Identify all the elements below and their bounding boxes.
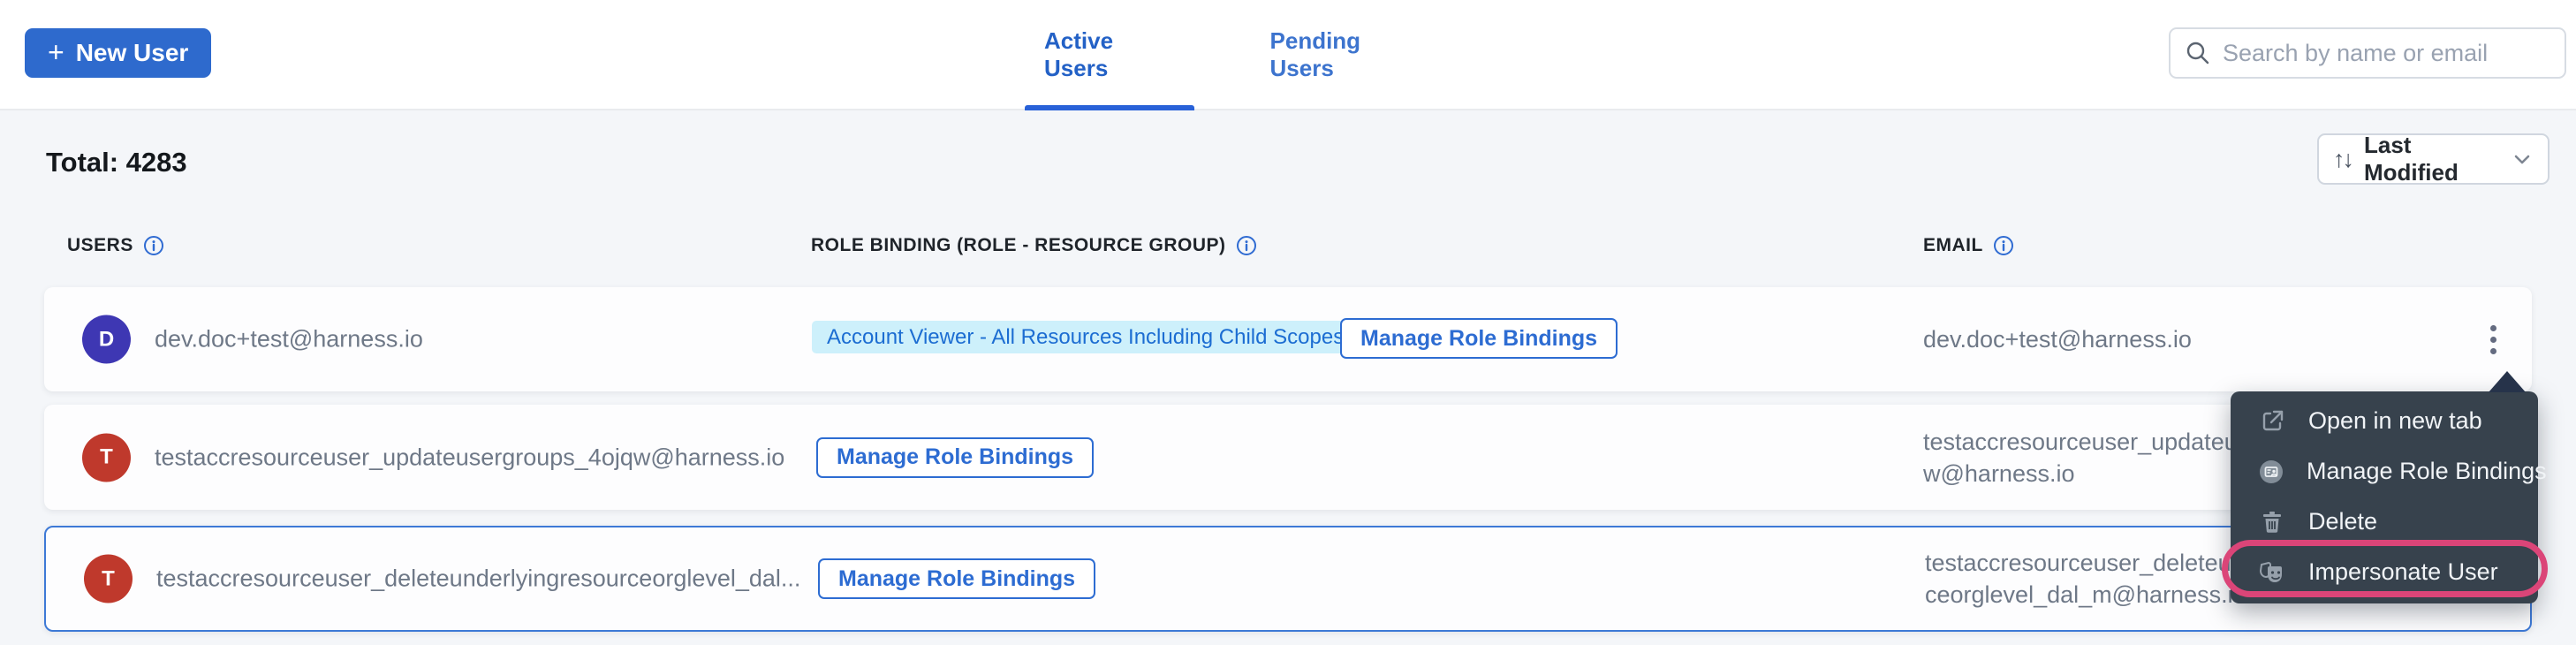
menu-item-label: Open in new tab: [2308, 407, 2482, 435]
role-bindings-icon: [2257, 458, 2285, 486]
menu-caret: [2489, 371, 2526, 392]
menu-item-impersonate-user[interactable]: Impersonate User: [2231, 547, 2538, 597]
menu-item-label: Manage Role Bindings: [2307, 458, 2547, 485]
row-menu-button[interactable]: [2475, 315, 2511, 364]
column-header-users-label: USERS: [67, 235, 133, 256]
column-header-role-binding: ROLE BINDING (ROLE - RESOURCE GROUP): [811, 235, 1257, 256]
manage-role-bindings-button[interactable]: Manage Role Bindings: [818, 558, 1095, 599]
new-user-button-label: New User: [76, 39, 189, 67]
sort-arrows-icon: ↑↓: [2333, 146, 2352, 173]
sort-dropdown[interactable]: ↑↓ Last Modified: [2317, 133, 2549, 185]
trash-icon: [2257, 508, 2287, 536]
sort-dropdown-value: Last Modified: [2364, 132, 2498, 186]
user-name: dev.doc+test@harness.io: [155, 326, 423, 353]
row-context-menu: Open in new tab Manage Role Bindings Del…: [2231, 391, 2538, 603]
total-count-label: Total: 4283: [46, 147, 187, 178]
menu-item-label: Delete: [2308, 508, 2377, 535]
menu-item-manage-role-bindings[interactable]: Manage Role Bindings: [2231, 446, 2538, 497]
table-row-selected[interactable]: T testaccresourceuser_deleteunderlyingre…: [44, 526, 2532, 632]
new-user-button[interactable]: + New User: [25, 28, 211, 78]
column-header-users: USERS: [67, 235, 164, 256]
chevron-down-icon: [2511, 148, 2534, 171]
info-icon[interactable]: [1236, 235, 1257, 256]
manage-role-bindings-button[interactable]: Manage Role Bindings: [1340, 318, 1618, 359]
search-box[interactable]: [2169, 27, 2566, 79]
menu-item-label: Impersonate User: [2308, 558, 2498, 586]
avatar: T: [82, 433, 131, 482]
avatar: D: [82, 315, 131, 364]
user-email: dev.doc+test@harness.io: [1923, 323, 2192, 355]
plus-icon: +: [48, 38, 64, 66]
header-bar: + New User Active Users Pending Users: [0, 0, 2576, 110]
avatar: T: [84, 555, 133, 603]
user-name: testaccresourceuser_deleteunderlyingreso…: [156, 565, 800, 593]
column-header-email-label: EMAIL: [1923, 235, 1983, 256]
tab-active-users[interactable]: Active Users: [1025, 0, 1194, 109]
table-row[interactable]: D dev.doc+test@harness.io Account Viewer…: [44, 287, 2532, 391]
tab-bar: Active Users Pending Users: [1025, 0, 1440, 109]
external-link-icon: [2257, 407, 2287, 436]
manage-role-bindings-button[interactable]: Manage Role Bindings: [816, 437, 1094, 478]
user-name: testaccresourceuser_updateusergroups_4oj…: [155, 444, 784, 471]
masks-icon: [2257, 558, 2287, 588]
search-icon: [2185, 40, 2211, 66]
role-binding-badge[interactable]: Account Viewer - All Resources Including…: [812, 321, 1359, 353]
table-row[interactable]: T testaccresourceuser_updateusergroups_4…: [44, 405, 2532, 510]
info-icon[interactable]: [143, 235, 164, 256]
menu-item-delete[interactable]: Delete: [2231, 497, 2538, 547]
search-input[interactable]: [2223, 40, 2550, 67]
info-icon[interactable]: [1993, 235, 2014, 256]
tab-pending-users[interactable]: Pending Users: [1251, 0, 1440, 109]
user-management-page: + New User Active Users Pending Users To…: [0, 0, 2576, 645]
column-header-email: EMAIL: [1923, 235, 2014, 256]
column-header-role-binding-label: ROLE BINDING (ROLE - RESOURCE GROUP): [811, 235, 1226, 256]
menu-item-open-in-new-tab[interactable]: Open in new tab: [2231, 396, 2538, 446]
